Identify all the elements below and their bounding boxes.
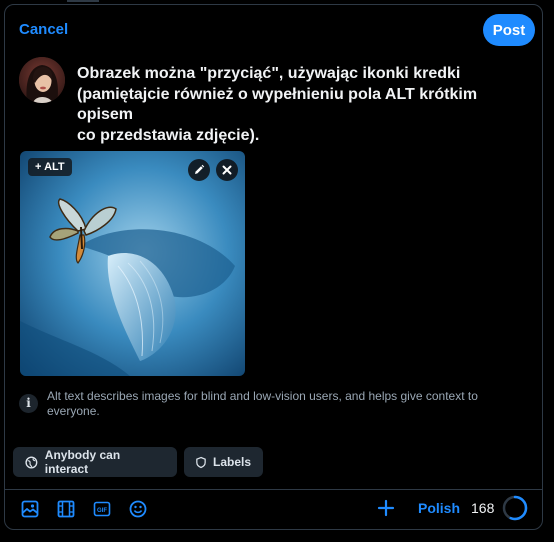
character-progress-ring [502,495,528,521]
close-icon [222,165,232,175]
butterfly-image [20,151,245,376]
add-video-button[interactable] [55,498,77,520]
character-count: 168 [471,500,495,516]
shield-icon [196,456,206,468]
labels-label: Labels [212,455,251,469]
avatar [19,57,65,103]
add-gif-button[interactable]: GIF [91,498,113,520]
emoji-icon [129,500,147,518]
svg-text:GIF: GIF [97,508,107,514]
edit-image-button[interactable] [188,159,210,181]
toolbar-divider [5,489,542,490]
film-icon [57,500,75,518]
emoji-button[interactable] [127,498,149,520]
gif-icon: GIF [93,501,111,517]
add-image-button[interactable] [19,498,41,520]
attached-image[interactable]: + ALT [20,151,245,376]
info-icon: i [19,394,38,413]
interaction-settings-button[interactable]: Anybody can interact [13,447,177,477]
polish-button[interactable]: Polish [418,500,460,516]
pencil-icon [195,164,205,174]
globe-icon [25,456,38,468]
post-button[interactable]: Post [483,14,535,46]
alt-info-text: Alt text describes images for blind and … [47,389,478,418]
cancel-button[interactable]: Cancel [19,21,68,38]
add-thread-post-button[interactable] [375,497,397,519]
plus-icon [377,499,395,517]
remove-image-button[interactable] [216,159,238,181]
interaction-settings-label: Anybody can interact [44,448,121,476]
image-icon [21,500,39,518]
alt-badge-button[interactable]: + ALT [28,158,72,176]
post-text[interactable]: Obrazek można "przyciąć", używając ikonk… [77,64,527,146]
compose-dialog: Cancel Post Obrazek można "przyciąć", uż… [4,0,543,530]
labels-button[interactable]: Labels [184,447,263,477]
